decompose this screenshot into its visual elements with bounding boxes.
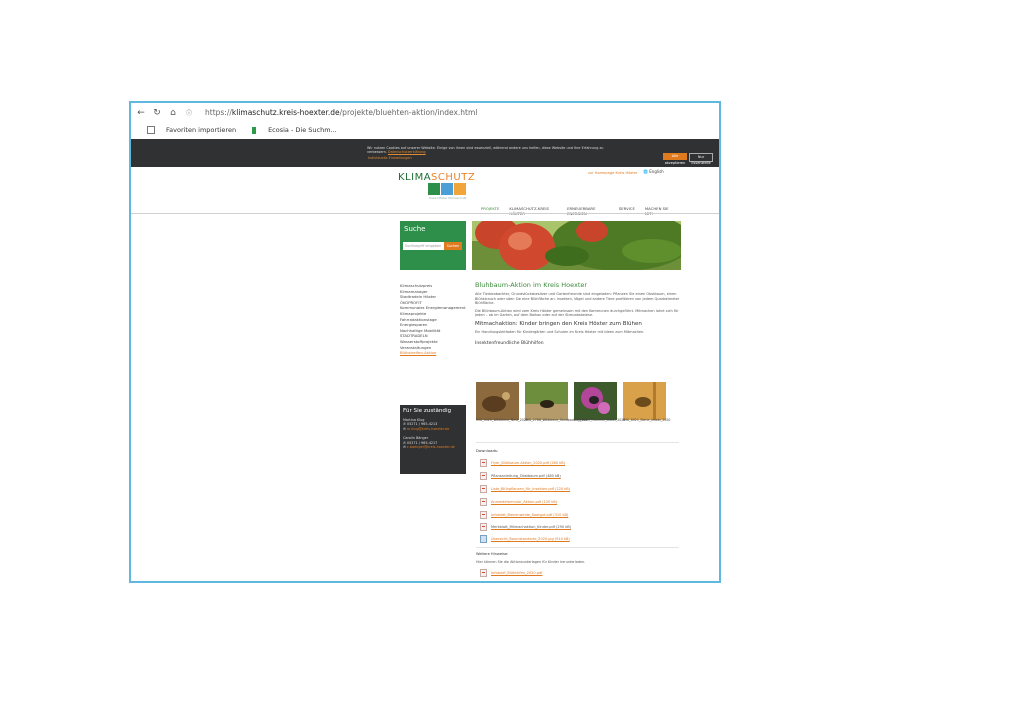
page-title: Bluhbaum-Aktion im Kreis Hoexter: [475, 281, 588, 289]
download-link[interactable]: Flyer_Blühbaum-Aktion_2020.pdf (260 kB): [480, 459, 565, 467]
download-link[interactable]: Anmeldeformular_Aktion.pdf (120 kB): [480, 498, 557, 506]
nav-service[interactable]: SERVICE: [617, 205, 637, 213]
notes-text: Hier können Sie die Aktionsunterlagen fü…: [476, 560, 586, 564]
cookie-settings-link[interactable]: Individuelle Einstellungen: [368, 156, 412, 160]
gallery-photo[interactable]: [525, 382, 568, 420]
phone-icon: ✆: [403, 422, 406, 427]
language-switch[interactable]: 🌐 English: [643, 169, 664, 174]
globe-icon: 🌐: [643, 169, 648, 174]
browser-window: ← ↻ ⌂ ⓘ https://klimaschutz.kreis-hoexte…: [129, 101, 721, 583]
divider: [476, 547, 679, 548]
address-bar: ← ↻ ⌂ ⓘ https://klimaschutz.kreis-hoexte…: [131, 103, 719, 122]
url-host: klimaschutz.kreis-hoexter.de: [231, 108, 340, 117]
section-text: Ein Handlungsleitfaden für Kindergärten …: [475, 329, 645, 334]
photo-caption: IMG_0420_Wildbiene_Nest_2020: [476, 418, 528, 422]
logo-graphic: [428, 183, 467, 195]
sidebar-subnav: Klimaschutzpreis Klimamanager Stadtradel…: [400, 283, 466, 356]
back-arrow-icon[interactable]: ←: [135, 108, 147, 118]
notes-download-link[interactable]: Infobrief_Blühhilfen_2020.pdf: [480, 569, 542, 577]
pdf-icon: [480, 498, 487, 506]
image-file-icon: [480, 535, 487, 543]
search-input[interactable]: Suchbegriff eingeben: [403, 242, 444, 250]
essential-only-button[interactable]: Nur Essenzielle: [689, 153, 713, 165]
contact-box: Für Sie zuständig Martina Klug ✆ 05271 /…: [400, 405, 466, 474]
intro-text-2: Die Blühbaum-Aktion wird vom Kreis Höxte…: [475, 308, 679, 318]
gallery-photo[interactable]: [476, 382, 519, 420]
pdf-icon: [480, 523, 487, 531]
notes-title: Weitere Hinweise:: [476, 552, 509, 556]
nav-energien[interactable]: ERNEUERBARE ENERGIEN: [565, 205, 611, 216]
gallery-title: Insektenfreundliche Blühhilfen: [475, 341, 544, 346]
main-content: Bluhbaum-Aktion im Kreis Hoexter Alle Ti…: [475, 281, 680, 346]
pdf-icon: [480, 459, 487, 467]
url-field[interactable]: https://klimaschutz.kreis-hoexter.de/pro…: [205, 108, 477, 117]
pdf-icon: [480, 485, 487, 493]
cookie-banner: Wir nutzen Cookies auf unserer Website. …: [131, 139, 719, 167]
favorites-bar: Favoriten importieren Ecosia - Die Suchm…: [131, 122, 719, 138]
section-subtitle: Mitmachaktion: Kinder bringen den Kreis …: [475, 320, 642, 327]
divider: [476, 442, 679, 443]
mail-icon: ✉: [403, 427, 406, 432]
download-link[interactable]: Übersicht_Baumstandorte_2020.jpg (910 kB…: [480, 535, 570, 543]
nav-klimaschutz[interactable]: KLIMASCHUTZ-KREIS HÖXTER: [507, 205, 559, 216]
page-info-icon[interactable]: ⓘ: [183, 108, 195, 117]
contact-title: Für Sie zuständig: [403, 408, 452, 414]
accept-all-button[interactable]: Alle akzeptieren: [663, 153, 687, 165]
url-prefix: https://: [205, 108, 232, 117]
nav-projekte[interactable]: PROJEKTE: [479, 205, 501, 213]
photo-caption: IMG_2788_Wildbiene_Sandboden_2020: [525, 418, 588, 422]
intro-text: Alle Tierbeobachter, Grundstücksbesitzer…: [475, 292, 680, 305]
search-button[interactable]: Suchen: [444, 242, 462, 250]
kreis-homepage-link[interactable]: zur Homepage Kreis Höxter: [588, 171, 638, 175]
gallery-photo[interactable]: [623, 382, 666, 420]
url-path: /projekte/bluehten-aktion/index.html: [339, 108, 478, 117]
favorite-import[interactable]: Favoriten importieren: [139, 126, 236, 134]
photo-caption: IMG_0889_Hummel_Distel_2020: [574, 418, 626, 422]
logo-subtitle: Kreis Höxter Klimaschutz: [429, 196, 467, 200]
photo-caption: IMG_8921_Biene_Insekt_2020: [623, 418, 671, 422]
privacy-link[interactable]: Datenschutzerklärung: [388, 150, 426, 154]
import-icon: [147, 126, 155, 134]
main-navigation: PROJEKTE KLIMASCHUTZ-KREIS HÖXTER ERNEUE…: [479, 205, 681, 216]
subnav-item-current[interactable]: Blühstreifen-Aktion: [400, 350, 466, 356]
pdf-icon: [480, 511, 487, 519]
downloads-title: Downloads:: [476, 448, 499, 453]
pdf-icon: [480, 472, 487, 480]
favorite-ecosia[interactable]: Ecosia - Die Suchm...: [244, 126, 337, 134]
phone-icon: ✆: [403, 440, 406, 445]
refresh-icon[interactable]: ↻: [151, 108, 163, 118]
pdf-icon: [480, 569, 487, 577]
home-icon[interactable]: ⌂: [167, 108, 179, 118]
gallery-photo[interactable]: [574, 382, 617, 420]
contact-email[interactable]: ✉ m.klug@kreis-hoexter.de: [403, 427, 466, 432]
mail-icon: ✉: [403, 445, 406, 450]
photo-gallery: [476, 382, 676, 420]
ecosia-icon: [252, 126, 257, 134]
nav-mitmachen[interactable]: MACHEN SIE MIT!: [643, 205, 675, 216]
contact-email[interactable]: ✉ c.baenger@kreis-hoexter.de: [403, 445, 466, 450]
download-link[interactable]: Merkblatt_Mitmachaktion_Kinder.pdf (290 …: [480, 523, 571, 531]
hero-image: [472, 221, 681, 270]
cookie-text: Wir nutzen Cookies auf unserer Website. …: [367, 146, 604, 154]
header-divider: [131, 213, 719, 214]
download-link[interactable]: Pflanzanleitung_Obstbaum.pdf (480 kB): [480, 472, 561, 480]
search-box: Suche Suchbegriff eingeben Suchen: [400, 221, 466, 270]
download-link[interactable]: Liste_Blühpflanzen_für_Insekten.pdf (220…: [480, 485, 570, 493]
site-logo[interactable]: KLIMASCHUTZ: [398, 172, 475, 183]
download-link[interactable]: Infoblatt_Bienenweide_Saatgut.pdf (310 k…: [480, 511, 568, 519]
search-title: Suche: [404, 225, 426, 233]
